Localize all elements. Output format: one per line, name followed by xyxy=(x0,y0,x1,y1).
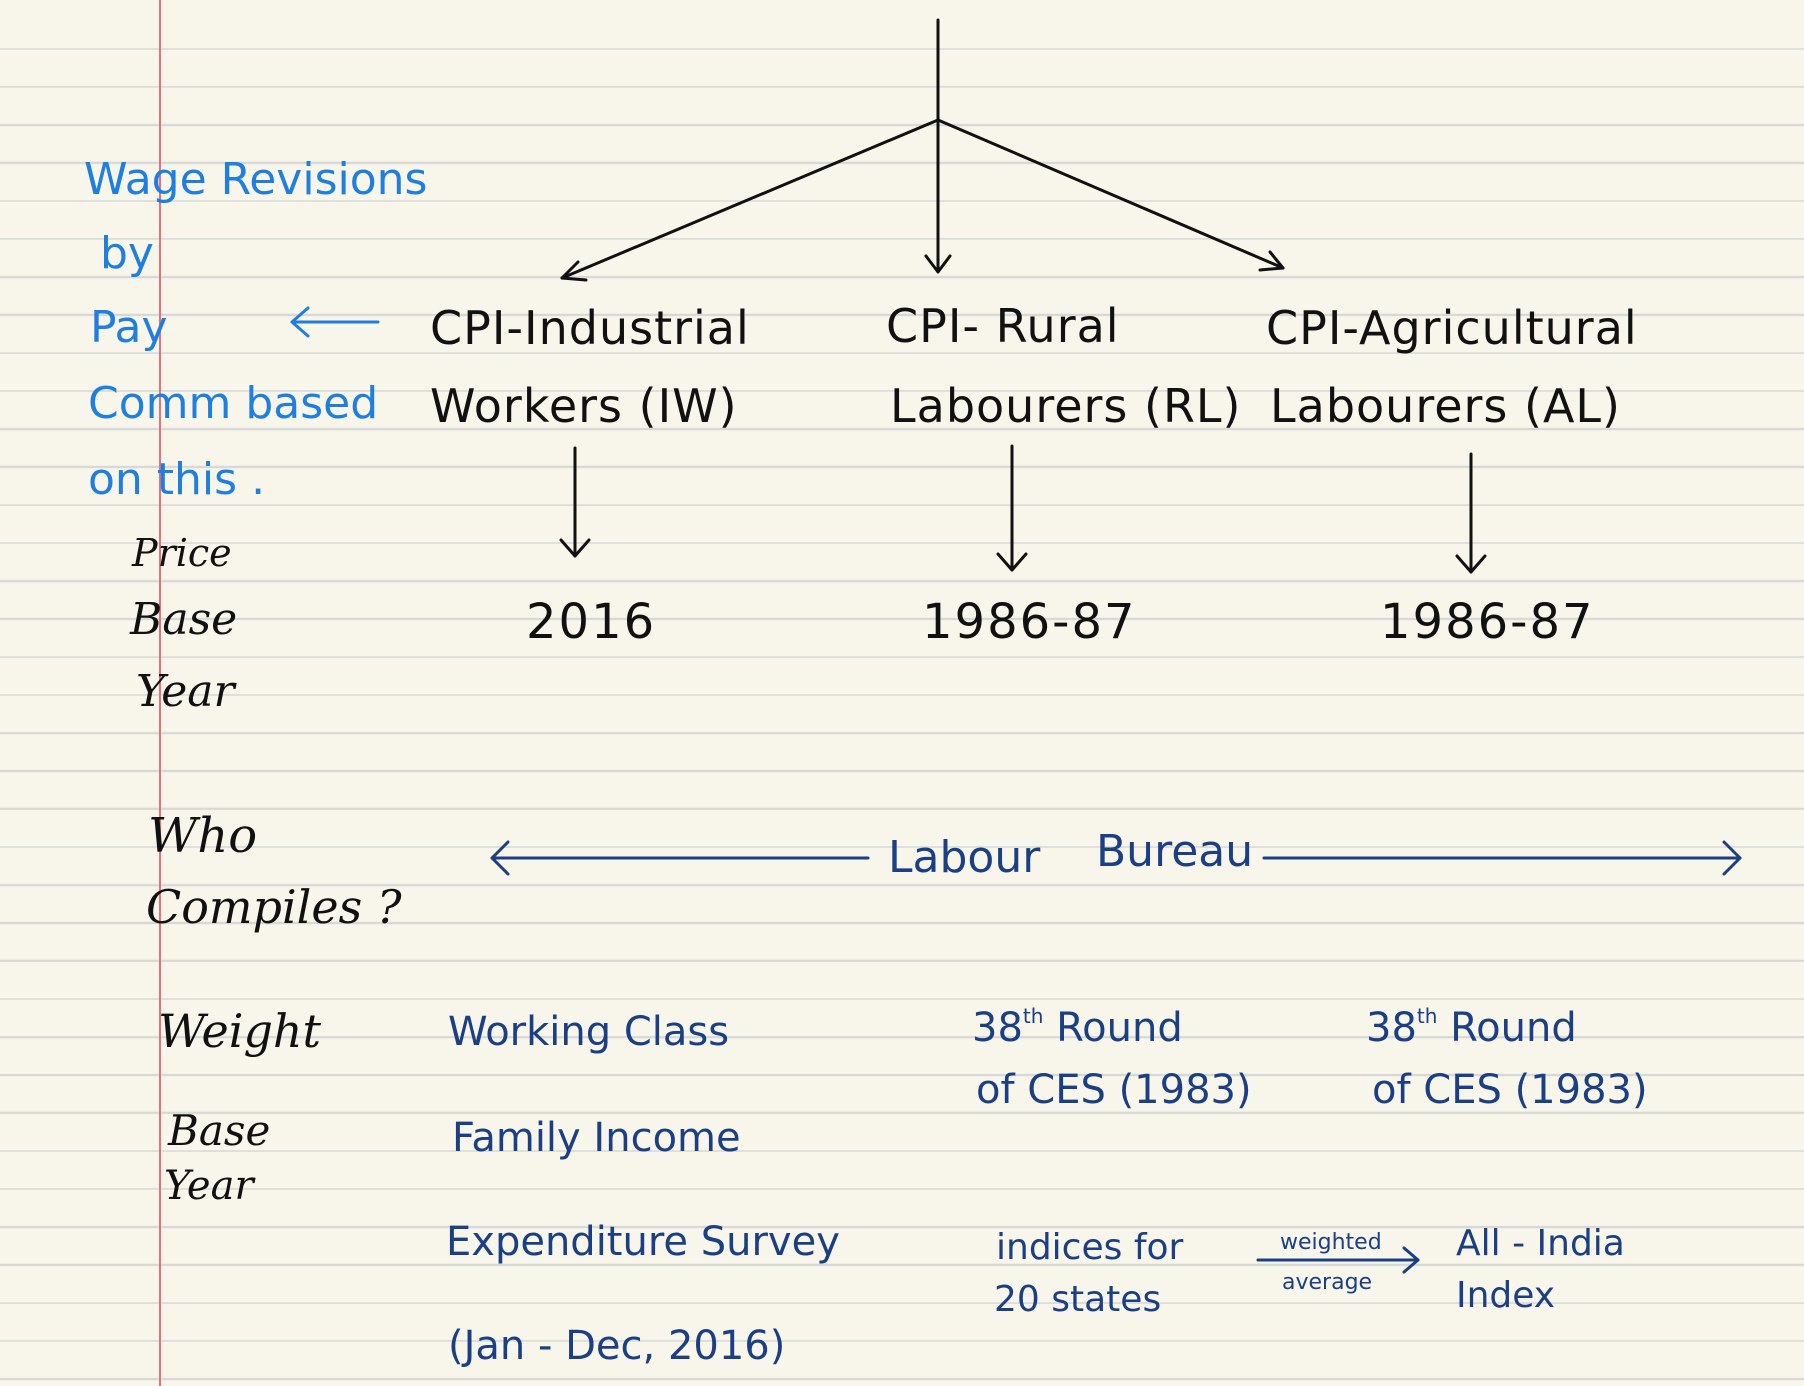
al-heading-line-2: Labourers (AL) xyxy=(1270,379,1622,433)
notebook-page: Wage Revisions by Pay Comm based on this… xyxy=(0,0,1804,1386)
all-india-line-1: All - India xyxy=(1456,1223,1625,1264)
note-line-2: by xyxy=(100,228,154,279)
iw-weight-line-3: Expenditure Survey xyxy=(446,1219,840,1265)
al-weight-round-number: 38 xyxy=(1366,1005,1417,1051)
weighted-label: weighted xyxy=(1280,1230,1382,1255)
branch-left xyxy=(560,118,940,280)
al-weight-line-1: 38th Round xyxy=(1366,1006,1577,1048)
state-indices-line-1: indices for xyxy=(996,1227,1184,1268)
al-weight-round-word: Round xyxy=(1450,1005,1577,1051)
iw-base-year: 2016 xyxy=(526,594,657,650)
rl-weight-round-suffix: th xyxy=(1022,1004,1044,1028)
compiler-label-part-1: Labour xyxy=(888,832,1041,883)
rl-weight-round-number: 38 xyxy=(972,1005,1023,1051)
rl-heading-line-2: Labourers (RL) xyxy=(890,379,1242,433)
al-weight-line-2: of CES (1983) xyxy=(1372,1067,1648,1113)
al-heading-line-1: CPI-Agricultural xyxy=(1266,301,1638,355)
weight-base-label-line-3: Year xyxy=(164,1163,254,1209)
price-base-label-line-1: Price xyxy=(132,531,232,575)
state-indices-line-2: 20 states xyxy=(994,1279,1162,1320)
al-weight-round-suffix: th xyxy=(1416,1004,1438,1028)
rl-weight-line-1: 38th Round xyxy=(972,1006,1183,1048)
iw-weight-line-4: (Jan - Dec, 2016) xyxy=(448,1323,786,1369)
compiler-label-part-2: Bureau xyxy=(1096,826,1254,877)
rl-weight-line-2: of CES (1983) xyxy=(976,1067,1252,1113)
rl-heading-line-1: CPI- Rural xyxy=(886,299,1120,353)
note-line-5: on this . xyxy=(88,454,266,505)
weight-base-label-line-1: Weight xyxy=(158,1004,322,1058)
iw-heading-line-1: CPI-Industrial xyxy=(430,301,750,355)
note-line-3: Pay xyxy=(90,302,168,353)
weight-base-label-line-2: Base xyxy=(168,1106,271,1155)
iw-weight-line-2: Family Income xyxy=(452,1115,741,1161)
tree-connectors xyxy=(290,18,1742,1274)
note-line-1: Wage Revisions xyxy=(84,154,428,205)
rl-base-year: 1986-87 xyxy=(922,594,1137,650)
price-base-label-line-3: Year xyxy=(136,666,235,717)
average-label: average xyxy=(1282,1270,1373,1295)
al-base-year: 1986-87 xyxy=(1380,594,1595,650)
who-compiles-label-line-1: Who xyxy=(148,808,258,864)
who-compiles-label-line-2: Compiles ? xyxy=(146,880,402,934)
note-line-4: Comm based xyxy=(88,378,379,429)
iw-weight-line-1: Working Class xyxy=(448,1009,730,1055)
branch-right xyxy=(936,118,1285,270)
rl-weight-round-word: Round xyxy=(1056,1005,1183,1051)
all-india-line-2: Index xyxy=(1456,1275,1556,1316)
price-base-label-line-2: Base xyxy=(130,594,238,645)
iw-heading-line-2: Workers (IW) xyxy=(430,379,738,433)
